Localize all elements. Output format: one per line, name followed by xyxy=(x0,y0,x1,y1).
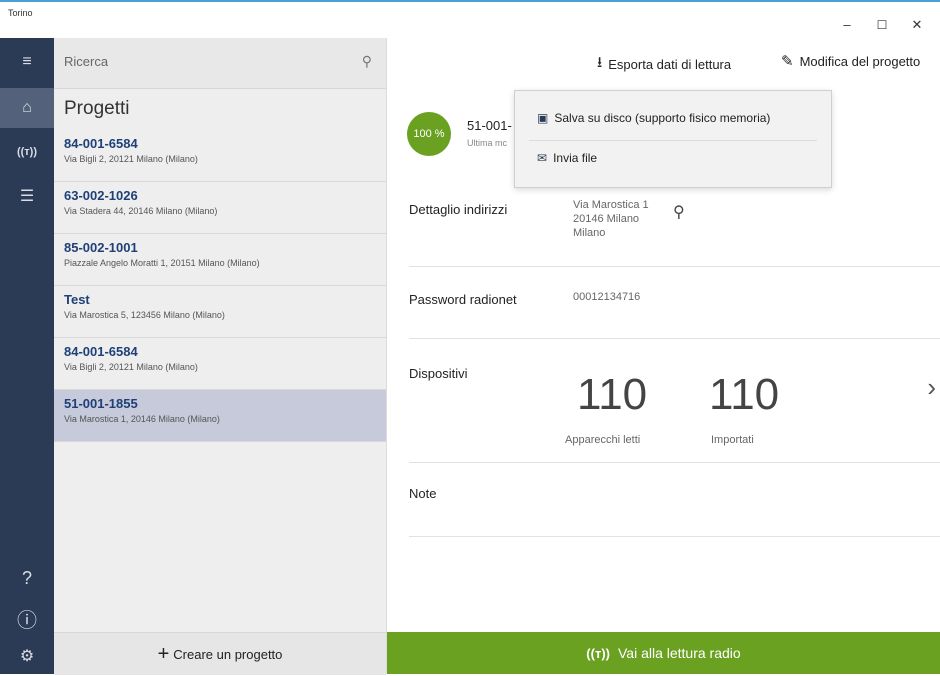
mail-icon: ✉ xyxy=(537,151,548,165)
home-icon[interactable]: ⌂ xyxy=(0,88,54,128)
password-label: Password radionet xyxy=(409,292,517,307)
create-project-button[interactable]: + Creare un progetto xyxy=(54,632,386,675)
project-address: Via Marostica 5, 123456 Milano (Milano) xyxy=(64,310,225,320)
nav-rail: ≡ ⌂ ((ᴛ)) ☰ ? ⓘ ⚙ xyxy=(0,38,54,674)
radio-reading-label: Vai alla lettura radio xyxy=(617,645,741,661)
save-to-disk-label: Salva su disco (supporto fisico memoria) xyxy=(554,111,771,125)
projects-title: Progetti xyxy=(64,98,130,119)
plus-icon: + xyxy=(157,643,170,665)
address-row: Dettaglio indirizzi Via Marostica 1 2014… xyxy=(409,188,940,267)
project-item[interactable]: 63-002-1026 Via Stadera 44, 20146 Milano… xyxy=(54,182,386,234)
address-label: Dettaglio indirizzi xyxy=(409,202,508,217)
close-button[interactable]: ✕ xyxy=(906,16,928,34)
export-label: Esporta dati di lettura xyxy=(608,57,732,72)
notes-label: Note xyxy=(409,486,437,501)
project-code-title: 51-001- xyxy=(467,118,512,133)
devices-imported-count: 110 xyxy=(709,370,780,419)
maximize-button[interactable]: ☐ xyxy=(871,16,893,34)
search-box[interactable]: Ricerca ⚲ xyxy=(54,38,386,89)
password-value: 00012134716 xyxy=(573,291,641,303)
projects-list: 84-001-6584 Via Bigli 2, 20121 Milano (M… xyxy=(54,130,386,442)
download-icon: ⭳ xyxy=(597,54,603,71)
project-detail: ⭳ Esporta dati di lettura ✎ Modifica del… xyxy=(387,38,940,674)
project-code: Test xyxy=(64,292,90,307)
edit-project-button[interactable]: ✎ Modifica del progetto xyxy=(781,52,920,70)
create-project-label: Creare un progetto xyxy=(173,646,283,662)
devices-read-count: 110 xyxy=(577,370,648,419)
devices-imported-label: Importati xyxy=(711,434,754,446)
progress-badge: 100 % xyxy=(407,112,451,156)
project-item[interactable]: 85-002-1001 Piazzale Angelo Moratti 1, 2… xyxy=(54,234,386,286)
address-value: Via Marostica 1 20146 Milano Milano xyxy=(573,198,649,240)
address-line: 20146 Milano xyxy=(573,213,640,225)
hamburger-menu-icon[interactable]: ≡ xyxy=(0,42,54,82)
minimize-button[interactable]: – xyxy=(836,16,858,34)
project-code: 51-001-1855 xyxy=(64,396,138,411)
settings-icon[interactable]: ⚙ xyxy=(0,636,54,676)
radio-icon: ((ᴛ)) xyxy=(586,645,610,661)
devices-label: Dispositivi xyxy=(409,366,468,381)
project-code: 85-002-1001 xyxy=(64,240,138,255)
projects-panel: Ricerca ⚲ Progetti 84-001-6584 Via Bigli… xyxy=(54,38,387,675)
title-bar: Torino – ☐ ✕ xyxy=(0,0,940,38)
radio-icon[interactable]: ((ᴛ)) xyxy=(0,132,54,172)
project-code: 63-002-1026 xyxy=(64,188,138,203)
save-to-disk-item[interactable]: ▣ Salva su disco (supporto fisico memori… xyxy=(537,111,770,125)
project-address: Piazzale Angelo Moratti 1, 20151 Milano … xyxy=(64,258,260,268)
project-subtitle: Ultima mc xyxy=(467,138,507,148)
devices-read-label: Apparecchi letti xyxy=(565,434,641,446)
project-item[interactable]: Test Via Marostica 5, 123456 Milano (Mil… xyxy=(54,286,386,338)
chevron-right-icon[interactable]: › xyxy=(927,372,936,403)
notes-row[interactable]: Note xyxy=(409,462,940,537)
export-button[interactable]: ⭳ Esporta dati di lettura xyxy=(597,52,731,77)
address-line: Via Marostica 1 xyxy=(573,199,649,211)
project-item[interactable]: 84-001-6584 Via Bigli 2, 20121 Milano (M… xyxy=(54,338,386,390)
project-item[interactable]: 84-001-6584 Via Bigli 2, 20121 Milano (M… xyxy=(54,130,386,182)
info-icon[interactable]: ⓘ xyxy=(0,598,54,638)
disk-icon: ▣ xyxy=(537,111,549,125)
project-item-selected[interactable]: 51-001-1855 Via Marostica 1, 20146 Milan… xyxy=(54,390,386,442)
list-icon[interactable]: ☰ xyxy=(0,176,54,216)
export-dropdown: ▣ Salva su disco (supporto fisico memori… xyxy=(514,90,832,188)
project-address: Via Marostica 1, 20146 Milano (Milano) xyxy=(64,414,220,424)
address-line: Milano xyxy=(573,227,606,239)
window-title: Torino xyxy=(8,8,33,18)
help-icon[interactable]: ? xyxy=(0,558,54,598)
project-address: Via Stadera 44, 20146 Milano (Milano) xyxy=(64,206,218,216)
project-address: Via Bigli 2, 20121 Milano (Milano) xyxy=(64,154,198,164)
devices-row[interactable]: Dispositivi 110 Apparecchi letti 110 Imp… xyxy=(409,338,940,463)
password-row: Password radionet 00012134716 xyxy=(409,266,940,339)
send-file-label: Invia file xyxy=(553,151,598,165)
pencil-icon: ✎ xyxy=(781,53,794,70)
search-icon[interactable]: ⚲ xyxy=(362,53,372,70)
radio-reading-button[interactable]: ((ᴛ)) Vai alla lettura radio xyxy=(387,632,940,674)
send-file-item[interactable]: ✉ Invia file xyxy=(537,151,597,165)
edit-label: Modifica del progetto xyxy=(799,53,921,69)
dropdown-divider xyxy=(529,140,817,141)
search-input[interactable]: Ricerca xyxy=(64,54,108,69)
map-pin-icon[interactable]: ⚲ xyxy=(673,205,685,221)
project-code: 84-001-6584 xyxy=(64,136,138,151)
project-code: 84-001-6584 xyxy=(64,344,138,359)
project-address: Via Bigli 2, 20121 Milano (Milano) xyxy=(64,362,198,372)
